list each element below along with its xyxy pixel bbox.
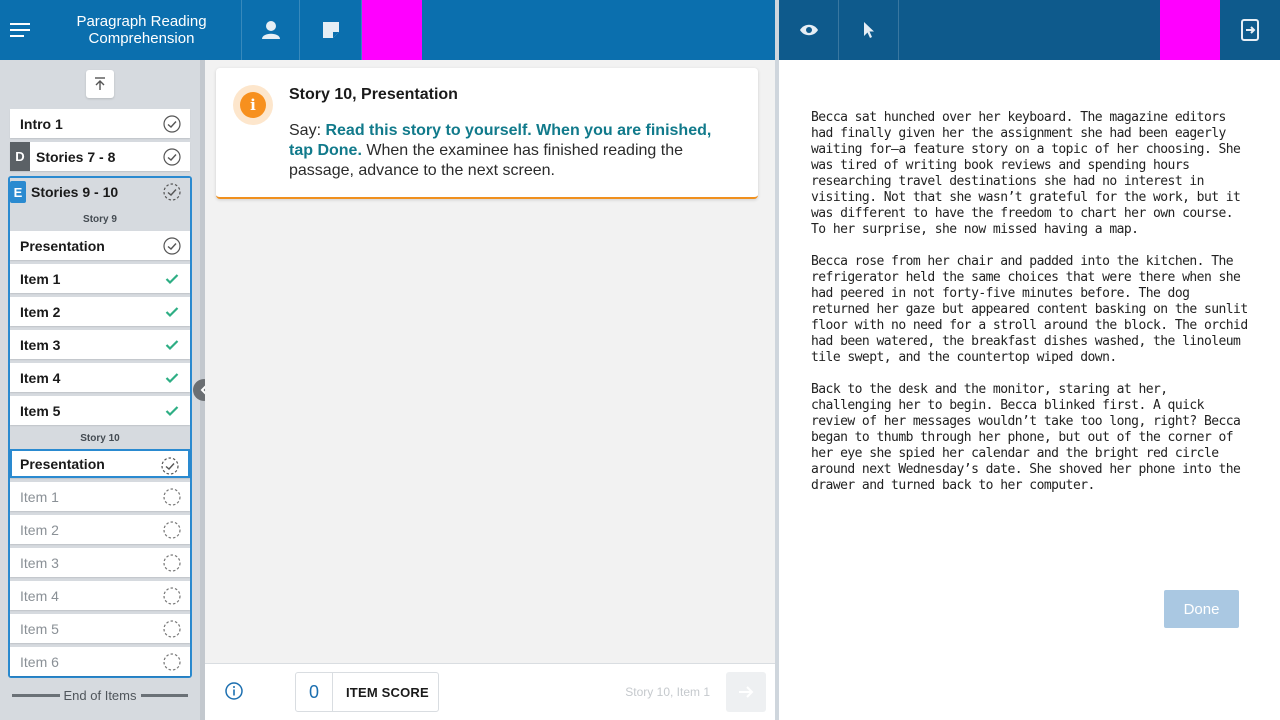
scroll-to-top-button[interactable] <box>86 70 114 98</box>
nav-item-story10-item-1[interactable]: Item 1 <box>10 482 190 511</box>
menu-icon <box>10 23 30 37</box>
nav-item-story10-item-2[interactable]: Item 2 <box>10 515 190 544</box>
nav-item-story10-presentation[interactable]: Presentation <box>10 449 190 478</box>
examinee-toolbar <box>779 0 1280 60</box>
nav-item-label: Intro 1 <box>20 115 63 132</box>
nav-item-label: Item 2 <box>20 521 59 538</box>
user-button[interactable] <box>242 0 300 60</box>
user-icon <box>261 21 280 39</box>
exit-tablet-button[interactable] <box>1220 0 1280 60</box>
complete-check-circle-icon <box>163 237 181 255</box>
end-of-items-label: End of Items <box>63 687 137 703</box>
nav-item-label: Presentation <box>20 237 105 254</box>
nav-item-story10-item-4[interactable]: Item 4 <box>10 581 190 610</box>
nav-group-label: Stories 9 - 10 <box>31 184 119 200</box>
check-mark-icon <box>163 402 181 420</box>
note-icon <box>322 22 339 38</box>
highlight-block <box>362 0 422 60</box>
check-mark-icon <box>163 270 181 288</box>
nav-item-story10-item-6[interactable]: Item 6 <box>10 647 190 676</box>
next-button[interactable] <box>726 672 766 712</box>
divider-line <box>12 693 60 697</box>
complete-check-circle-icon <box>163 115 181 133</box>
info-button[interactable] <box>224 681 244 701</box>
not-started-circle-icon <box>163 554 181 572</box>
item-score-label: ITEM SCORE <box>346 684 429 700</box>
divider-line <box>140 693 189 697</box>
nav-item-intro-1[interactable]: Intro 1 <box>10 109 190 138</box>
item-score-value: 0 <box>296 673 333 711</box>
nav-group-stories-9-10[interactable]: E Stories 9 - 10 <box>10 178 190 206</box>
nav-item-label: Item 4 <box>20 587 59 604</box>
not-started-circle-icon <box>163 488 181 506</box>
story-paragraph: Back to the desk and the monitor, starin… <box>811 382 1241 493</box>
nav-item-story9-presentation[interactable]: Presentation <box>10 231 190 260</box>
app-title: Paragraph Reading Comprehension <box>42 0 242 60</box>
info-alert-icon: i <box>233 85 273 125</box>
nav-item-label: Item 5 <box>20 402 61 419</box>
pointer-icon <box>863 22 874 38</box>
nav-item-story10-item-5[interactable]: Item 5 <box>10 614 190 643</box>
story-10-heading: Story 10 <box>80 433 120 444</box>
nav-item-story9-item-1[interactable]: Item 1 <box>10 264 190 293</box>
nav-item-story9-item-5[interactable]: Item 5 <box>10 396 190 425</box>
menu-button[interactable] <box>0 0 42 60</box>
story-passage: Becca sat hunched over her keyboard. The… <box>811 110 1251 510</box>
nav-item-label: Item 1 <box>20 488 59 505</box>
nav-item-label: Item 5 <box>20 620 59 637</box>
level-badge-d: D <box>10 142 30 171</box>
nav-item-label: Stories 7 - 8 <box>36 148 116 165</box>
nav-item-label: Item 3 <box>20 336 61 353</box>
nav-item-label: Item 6 <box>20 653 59 670</box>
nav-item-label: Item 2 <box>20 303 61 320</box>
next-item-label: Story 10, Item 1 <box>625 685 710 699</box>
nav-item-label: Item 4 <box>20 369 61 386</box>
pane-divider[interactable] <box>775 0 779 720</box>
nav-item-story9-item-3[interactable]: Item 3 <box>10 330 190 359</box>
examiner-toolbar: Paragraph Reading Comprehension <box>0 0 775 60</box>
check-mark-icon <box>163 336 181 354</box>
not-started-circle-icon <box>163 620 181 638</box>
nav-item-label: Item 3 <box>20 554 59 571</box>
card-title: Story 10, Presentation <box>289 86 458 103</box>
not-started-circle-icon <box>163 653 181 671</box>
nav-item-label: Presentation <box>20 455 105 472</box>
story-9-heading: Story 9 <box>83 214 117 225</box>
not-started-circle-icon <box>163 521 181 539</box>
eye-icon <box>799 24 818 36</box>
notes-button[interactable] <box>300 0 362 60</box>
instruction-card: i Story 10, Presentation Say: Read this … <box>216 68 758 199</box>
arrow-up-to-top-icon <box>95 77 105 90</box>
complete-check-circle-icon <box>163 148 181 166</box>
check-mark-icon <box>163 303 181 321</box>
done-button[interactable]: Done <box>1164 590 1239 628</box>
nav-item-story10-item-3[interactable]: Item 3 <box>10 548 190 577</box>
nav-item-story9-item-2[interactable]: Item 2 <box>10 297 190 326</box>
pointer-button[interactable] <box>839 0 899 60</box>
nav-item-stories-7-8[interactable]: D Stories 7 - 8 <box>10 142 190 171</box>
story-paragraph: Becca sat hunched over her keyboard. The… <box>811 110 1241 237</box>
check-mark-icon <box>163 369 181 387</box>
not-started-circle-icon <box>163 587 181 605</box>
in-progress-circle-icon <box>163 183 181 204</box>
nav-item-story9-item-4[interactable]: Item 4 <box>10 363 190 392</box>
end-of-items-marker: End of Items <box>8 686 192 704</box>
arrow-right-icon <box>739 686 754 698</box>
item-score-box[interactable]: 0 ITEM SCORE <box>295 672 439 712</box>
info-circle-icon <box>225 682 243 700</box>
nav-item-label: Item 1 <box>20 270 61 287</box>
say-prefix: Say: <box>289 122 326 139</box>
exit-tablet-icon <box>1241 19 1259 41</box>
level-badge-e: E <box>10 181 26 203</box>
in-progress-circle-icon <box>161 457 179 475</box>
story-paragraph: Becca rose from her chair and padded int… <box>811 254 1248 365</box>
preview-button[interactable] <box>779 0 839 60</box>
app-root: Paragraph Reading Comprehension Intro 1 … <box>0 0 1280 720</box>
card-instructions: Say: Read this story to yourself. When y… <box>289 121 739 181</box>
highlight-block-right <box>1160 0 1220 60</box>
